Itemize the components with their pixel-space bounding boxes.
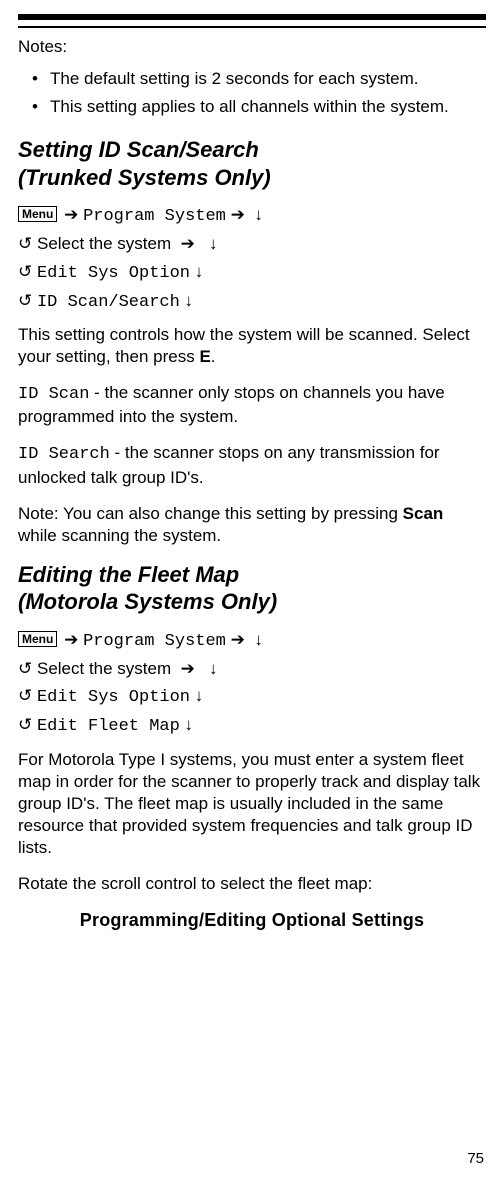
key-scan: Scan [403,504,444,523]
heading-line: Setting ID Scan/Search [18,137,259,162]
nav-path: Menu ➔ Program System ➔ ↓ ↺ Select the s… [18,201,486,316]
text: Note: You can also change this setting b… [18,504,403,523]
page-number: 75 [467,1149,484,1169]
notes-item: The default setting is 2 seconds for eac… [32,68,486,90]
term-id-search: ID Search [18,445,110,464]
heading-line: (Motorola Systems Only) [18,589,277,614]
arrow-down-icon: ↓ [185,291,194,310]
section-heading-id-scan: Setting ID Scan/Search (Trunked Systems … [18,136,486,191]
arrow-down-icon: ↓ [195,686,204,705]
nav-step-select-system: Select the system [37,659,171,678]
arrow-right-icon: ➔ [64,205,78,224]
nav-path: Menu ➔ Program System ➔ ↓ ↺ Select the s… [18,626,486,741]
arrow-right-icon: ➔ [231,630,245,649]
notes-item: This setting applies to all channels wit… [32,96,486,118]
paragraph: For Motorola Type I systems, you must en… [18,749,486,859]
heading-line: Editing the Fleet Map [18,562,239,587]
nav-step-edit-sys-option: Edit Sys Option [37,264,190,283]
text: while scanning the system. [18,526,221,545]
arrow-down-icon: ↓ [185,715,194,734]
arrow-right-icon: ➔ [181,659,195,678]
section-heading-fleet-map: Editing the Fleet Map (Motorola Systems … [18,561,486,616]
rotate-icon: ↺ [18,659,32,678]
nav-step-edit-sys-option: Edit Sys Option [37,688,190,707]
rotate-icon: ↺ [18,291,32,310]
arrow-right-icon: ➔ [231,205,245,224]
rule-thin [18,26,486,28]
menu-key-icon: Menu [18,206,57,222]
paragraph: ID Search - the scanner stops on any tra… [18,442,486,488]
arrow-down-icon: ↓ [209,234,218,253]
paragraph: Note: You can also change this setting b… [18,503,486,547]
nav-step-edit-fleet-map: Edit Fleet Map [37,717,180,736]
nav-step-select-system: Select the system [37,234,171,253]
notes-list: The default setting is 2 seconds for eac… [18,68,486,118]
term-id-scan: ID Scan [18,385,89,404]
menu-key-icon: Menu [18,631,57,647]
key-e: E [199,347,210,366]
notes-label: Notes: [18,36,486,58]
rotate-icon: ↺ [18,686,32,705]
text: . [211,347,216,366]
arrow-down-icon: ↓ [254,630,263,649]
nav-step-id-scan-search: ID Scan/Search [37,293,180,312]
arrow-down-icon: ↓ [254,205,263,224]
nav-step-program-system: Program System [83,207,226,226]
rotate-icon: ↺ [18,234,32,253]
text: This setting controls how the system wil… [18,325,470,366]
paragraph: ID Scan - the scanner only stops on chan… [18,382,486,428]
nav-step-program-system: Program System [83,632,226,651]
arrow-right-icon: ➔ [64,630,78,649]
arrow-down-icon: ↓ [209,659,218,678]
paragraph: Rotate the scroll control to select the … [18,873,486,895]
rotate-icon: ↺ [18,262,32,281]
arrow-down-icon: ↓ [195,262,204,281]
footer-title: Programming/Editing Optional Settings [18,909,486,932]
arrow-right-icon: ➔ [181,234,195,253]
heading-line: (Trunked Systems Only) [18,165,271,190]
paragraph: This setting controls how the system wil… [18,324,486,368]
rotate-icon: ↺ [18,715,32,734]
rule-thick [18,14,486,20]
